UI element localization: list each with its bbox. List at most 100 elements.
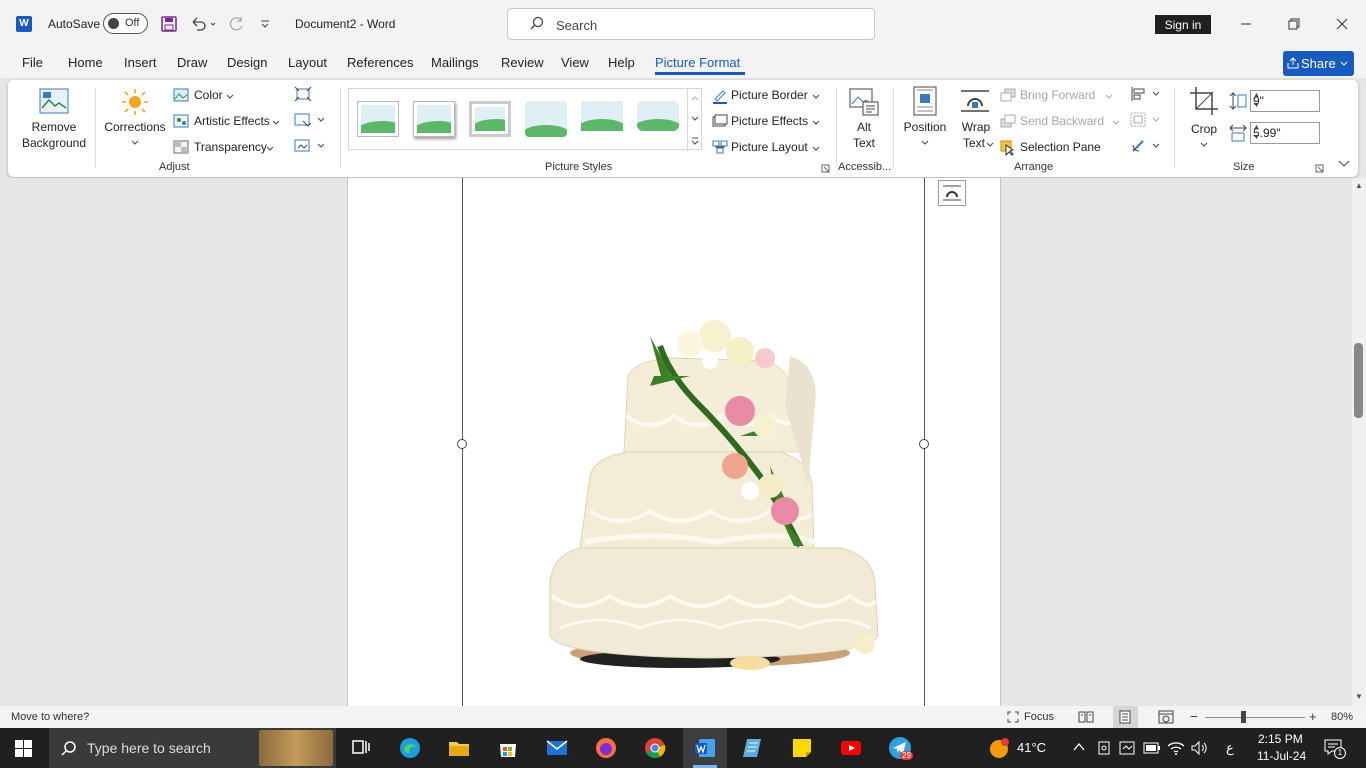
sticky-notes-icon[interactable] — [790, 736, 814, 760]
remove-background-button[interactable]: Remove Background — [18, 86, 90, 154]
tab-design[interactable]: Design — [227, 55, 267, 70]
height-field[interactable]: 9" ▲ ▼ — [1250, 90, 1320, 112]
picture-effects-button[interactable]: Picture Effects — [712, 112, 824, 132]
search-box[interactable] — [507, 8, 875, 40]
tab-insert[interactable]: Insert — [124, 55, 157, 70]
chevron-up-icon[interactable] — [1073, 742, 1085, 752]
windows-start-icon[interactable] — [15, 740, 32, 757]
tab-review[interactable]: Review — [501, 55, 544, 70]
chrome-icon[interactable] — [643, 736, 667, 760]
web-layout-icon[interactable] — [1158, 710, 1174, 724]
tab-help[interactable]: Help — [608, 55, 635, 70]
edge-icon[interactable] — [398, 736, 422, 760]
dialog-launcher-icon[interactable] — [1315, 164, 1324, 173]
close-icon[interactable] — [1331, 13, 1353, 35]
language-indicator[interactable]: ع — [1226, 740, 1234, 756]
height-decrease[interactable]: ▼ — [1253, 102, 1316, 109]
tab-picture-format[interactable]: Picture Format — [655, 55, 740, 70]
youtube-icon[interactable] — [839, 736, 863, 760]
share-button[interactable]: Share — [1283, 51, 1354, 76]
device-icon[interactable] — [1097, 740, 1111, 756]
change-picture-icon[interactable] — [294, 112, 326, 130]
vertical-scrollbar[interactable]: ▲ ▼ — [1352, 178, 1366, 706]
scroll-down-icon[interactable]: ▼ — [1355, 692, 1363, 701]
tab-view[interactable]: View — [561, 55, 589, 70]
group-objects-icon[interactable] — [1130, 112, 1162, 130]
redo-icon[interactable] — [226, 14, 246, 34]
picture-style-drop-shadow[interactable] — [413, 101, 455, 137]
autosave-toggle[interactable]: Off — [103, 13, 148, 34]
weather-temperature[interactable]: 41°C — [1017, 740, 1046, 755]
color-button[interactable]: Color — [173, 86, 283, 106]
restore-icon[interactable] — [1283, 13, 1305, 35]
zoom-slider-thumb[interactable] — [1241, 711, 1246, 723]
reset-picture-icon[interactable] — [294, 138, 326, 156]
picture-style-thick-matte[interactable] — [469, 101, 511, 137]
compress-pictures-icon[interactable] — [294, 86, 314, 104]
picture-layout-button[interactable]: Picture Layout — [712, 138, 824, 158]
picture-style-rounded[interactable] — [637, 101, 679, 137]
selection-pane-button[interactable]: Selection Pane — [1000, 138, 1110, 158]
width-decrease[interactable]: ▼ — [1253, 134, 1316, 141]
layout-options-button[interactable] — [938, 180, 966, 206]
tab-mailings[interactable]: Mailings — [431, 55, 479, 70]
artistic-effects-button[interactable]: Artistic Effects — [173, 112, 288, 132]
scroll-up-icon[interactable]: ▲ — [1355, 181, 1363, 190]
tab-draw[interactable]: Draw — [177, 55, 207, 70]
picture-styles-gallery[interactable] — [348, 88, 702, 150]
width-increase[interactable]: ▲ — [1253, 124, 1316, 131]
height-increase[interactable]: ▲ — [1253, 92, 1316, 99]
telegram-button[interactable]: 29 — [888, 736, 918, 764]
document-canvas[interactable] — [0, 178, 1352, 706]
zoom-in-icon[interactable]: + — [1309, 709, 1317, 724]
customize-quick-access-icon[interactable] — [257, 14, 273, 34]
meet-now-icon[interactable] — [1119, 740, 1135, 756]
send-backward-button[interactable]: Send Backward — [1000, 112, 1126, 132]
tab-file[interactable]: File — [22, 55, 43, 70]
notepad-icon[interactable] — [741, 736, 765, 760]
gallery-more-icon[interactable] — [691, 136, 699, 146]
firefox-icon[interactable] — [594, 736, 618, 760]
taskbar-search[interactable]: Type here to search — [49, 728, 336, 768]
word-taskbar-button[interactable] — [683, 728, 727, 768]
resize-handle-right[interactable] — [919, 439, 929, 449]
undo-icon[interactable] — [188, 14, 218, 34]
resize-handle-left[interactable] — [457, 439, 467, 449]
sign-in-button[interactable]: Sign in — [1155, 15, 1211, 34]
save-icon[interactable] — [159, 14, 179, 34]
alt-text-button[interactable]: Alt Text — [842, 86, 886, 154]
battery-icon[interactable] — [1143, 742, 1161, 754]
width-field[interactable]: 5.99" ▲ ▼ — [1250, 122, 1320, 144]
transparency-button[interactable]: Transparency — [173, 138, 283, 158]
wrap-text-button[interactable]: Wrap Text — [954, 86, 998, 156]
volume-icon[interactable] — [1190, 740, 1208, 756]
picture-style-soft-edge[interactable] — [525, 101, 567, 137]
picture-selection-frame[interactable] — [462, 178, 925, 706]
search-input[interactable] — [556, 16, 856, 34]
gallery-scroll[interactable] — [687, 89, 702, 151]
mail-icon[interactable] — [545, 736, 569, 760]
focus-button[interactable]: Focus — [1007, 709, 1057, 725]
corrections-button[interactable]: Corrections — [101, 86, 169, 154]
notification-center-button[interactable]: 1 — [1320, 736, 1350, 762]
tab-home[interactable]: Home — [68, 55, 103, 70]
zoom-out-icon[interactable]: − — [1190, 709, 1198, 724]
clock-date[interactable]: 11-Jul-24 — [1257, 749, 1306, 763]
rotate-objects-icon[interactable] — [1130, 138, 1162, 156]
microsoft-store-icon[interactable] — [496, 736, 520, 760]
file-explorer-icon[interactable] — [447, 736, 471, 760]
bring-forward-button[interactable]: Bring Forward — [1000, 86, 1118, 106]
minimize-icon[interactable] — [1235, 13, 1257, 35]
tab-layout[interactable]: Layout — [288, 55, 327, 70]
scrollbar-thumb[interactable] — [1354, 343, 1363, 418]
tab-references[interactable]: References — [347, 55, 413, 70]
clock-time[interactable]: 2:15 PM — [1258, 732, 1303, 746]
read-mode-icon[interactable] — [1078, 710, 1094, 724]
dialog-launcher-icon[interactable] — [821, 164, 830, 173]
task-view-icon[interactable] — [349, 736, 373, 760]
picture-style-reflected[interactable] — [581, 101, 623, 137]
weather-sun-icon[interactable] — [988, 738, 1010, 760]
crop-button[interactable]: Crop — [1180, 86, 1228, 156]
collapse-ribbon-icon[interactable] — [1338, 160, 1350, 168]
chevron-up-icon[interactable] — [691, 95, 699, 101]
